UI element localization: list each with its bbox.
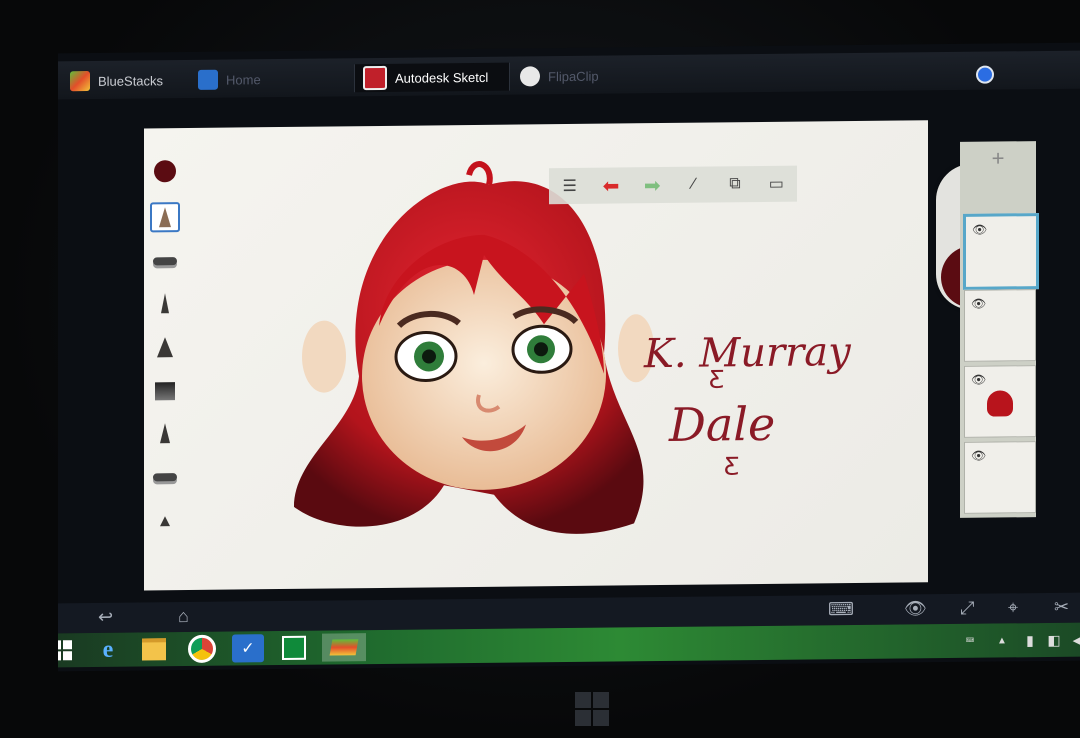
svg-text:Ƹ: Ƹ [724,452,740,480]
drawing-canvas[interactable]: K. Murray Dale Ƹ Ƹ ☰ ⬅ ➡ ⁄ ⧉ ▭ 57 [144,120,1008,591]
fullscreen-icon[interactable]: ⤢ [960,598,974,619]
flipaclip-icon [520,66,540,87]
canvas-icon[interactable]: ▭ [763,174,789,194]
internet-explorer-icon[interactable]: e [92,636,124,664]
top-toolbar: ☰ ⬅ ➡ ⁄ ⧉ ▭ [549,165,797,205]
touch-keyboard-icon[interactable]: ⌨ [954,627,986,655]
signature-line2: Dale [668,397,775,452]
sketchbook-icon [363,65,387,91]
location-icon[interactable]: ⌖ [1008,597,1018,618]
windows-hardware-button-icon[interactable] [575,692,609,726]
tab-label: Autodesk Sketcl [395,69,489,86]
left-ear [302,320,346,393]
bluestacks-icon [70,71,90,92]
tab-label: BlueStacks [98,72,164,89]
scissors-icon[interactable]: ✂ [1054,597,1069,618]
store-icon[interactable] [278,634,310,662]
bluestacks-multi-icon[interactable]: ✓ [232,634,264,663]
eye-icon[interactable]: 👁 [971,373,986,387]
tab-home[interactable]: Home [198,64,348,94]
chrome-icon[interactable] [186,634,218,663]
tab-bluestacks[interactable]: BlueStacks [70,66,163,95]
back-icon[interactable]: ↩ [98,607,113,628]
signature-line1: K. Murray [643,329,852,377]
undo-icon[interactable]: ⬅ [598,175,624,197]
account-icon[interactable] [976,65,994,84]
eye-icon[interactable]: 👁 [972,223,987,237]
keyboard-icon[interactable]: ⌨ [828,599,854,620]
volume-icon[interactable]: ◀ [1062,626,1080,654]
svg-text:Ƹ: Ƹ [709,365,725,393]
layer-thumbnail[interactable]: 👁 [964,365,1036,438]
file-explorer-icon[interactable] [138,635,170,663]
symmetry-icon[interactable]: ⧉ [722,174,748,194]
screen: BlueStacks Home Autodesk Sketcl FlipaCli… [58,42,1080,672]
add-layer-button[interactable]: + [960,141,1036,176]
home-nav-icon[interactable]: ⌂ [178,606,189,627]
eye-icon[interactable]: 👁 [971,449,986,463]
brush-properties-icon[interactable]: ⁄ [681,175,707,195]
redo-icon[interactable]: ➡ [639,175,665,197]
hide-icon[interactable]: 👁 [904,598,927,619]
tab-label: FlipaClip [548,68,599,84]
tab-bar: BlueStacks Home Autodesk Sketcl FlipaCli… [58,50,1080,100]
menu-icon[interactable]: ☰ [557,176,583,196]
layer-thumbnail[interactable]: 👁 [964,289,1036,362]
eye-icon[interactable]: 👁 [971,297,986,311]
girl-portrait [294,161,654,534]
layer-panel: + 👁 👁 👁 👁 [960,141,1039,518]
windows-start-icon[interactable] [58,636,78,664]
tab-flipaclip[interactable]: FlipaClip [520,61,670,91]
home-icon [198,69,218,90]
tab-label: Home [226,71,261,88]
layer-thumbnail[interactable]: 👁 [963,213,1039,290]
tab-autodesk-sketchbook[interactable]: Autodesk Sketcl [354,62,510,93]
bluestacks-taskbar-icon[interactable] [322,633,366,662]
artwork: K. Murray Dale Ƹ Ƹ [294,161,852,534]
signature-strokes: K. Murray Dale Ƹ Ƹ [643,329,852,480]
layer-thumbnail[interactable]: 👁 [964,441,1036,514]
